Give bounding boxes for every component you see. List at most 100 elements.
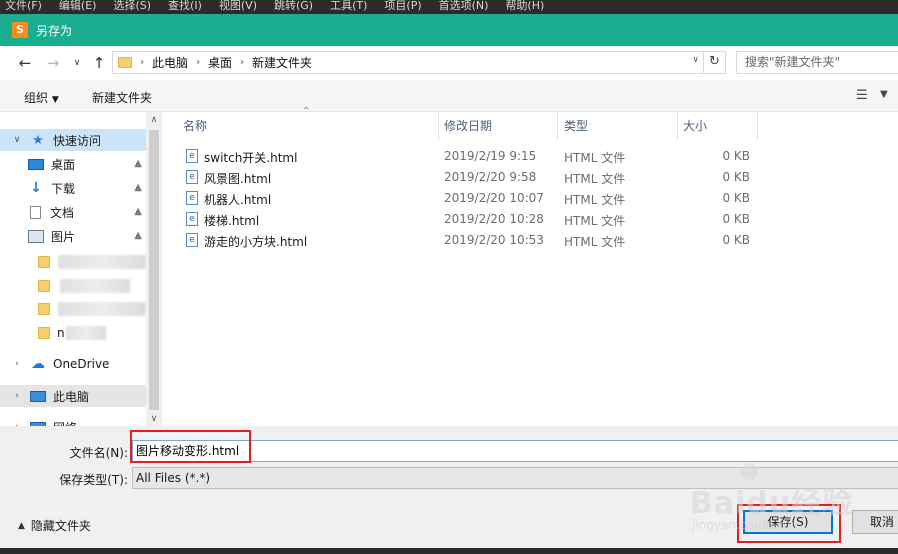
column-header-type[interactable]: 类型 [564,112,588,140]
cancel-button[interactable]: 取消 [852,510,898,534]
back-arrow-icon[interactable]: ← [16,54,34,72]
pin-icon: ▲ [134,158,142,169]
scroll-up-icon[interactable]: ∧ [146,115,162,125]
file-size: 0 KB [722,233,750,247]
file-size: 0 KB [722,149,750,163]
menu-goto[interactable]: 跳转(G) [269,0,313,11]
column-divider[interactable] [677,112,678,140]
filename-label: 文件名(N): [69,446,128,460]
address-dropdown-icon[interactable]: ∨ [692,55,699,65]
file-name: 风景图.html [204,172,272,186]
breadcrumb-desktop[interactable]: 桌面 [208,54,232,71]
column-divider[interactable] [438,112,439,140]
file-row[interactable]: e 楼梯.html 2019/2/20 10:28 HTML 文件 0 KB [162,209,898,230]
nav-scrollbar[interactable]: ∧ ∨ [146,112,162,426]
menu-tools[interactable]: 工具(T) [325,0,367,11]
address-bar[interactable]: › 此电脑 › 桌面 › 新建文件夹 ∨ ↻ [112,51,726,74]
menu-edit[interactable]: 编辑(E) [54,0,97,11]
breadcrumb-this-pc[interactable]: 此电脑 [152,54,188,71]
file-type: HTML 文件 [564,172,626,186]
organize-button[interactable]: 组织 ▼ [24,89,59,106]
nav-onedrive[interactable]: › ☁ OneDrive [0,353,146,375]
file-type: HTML 文件 [564,193,626,207]
pin-icon: ▲ [134,206,142,217]
file-row[interactable]: e 风景图.html 2019/2/20 9:58 HTML 文件 0 KB [162,167,898,188]
column-divider[interactable] [757,112,758,140]
taskbar-edge [0,548,898,554]
scrollbar-thumb[interactable] [149,130,159,410]
nav-label: 图片 [51,229,76,244]
collapsed-chevron-icon[interactable]: › [10,359,24,369]
expanded-chevron-icon[interactable]: ∨ [10,135,24,145]
recent-dropdown-icon[interactable]: ∨ [68,54,86,72]
file-date: 2019/2/20 10:07 [444,191,544,205]
desktop-icon [28,158,44,170]
nav-this-pc[interactable]: › 此电脑 [0,385,146,407]
column-divider[interactable] [557,112,558,140]
menu-select[interactable]: 选择(S) [108,0,151,11]
forward-arrow-icon[interactable]: → [44,54,62,72]
nav-desktop[interactable]: 桌面 ▲ [22,153,146,175]
nav-label: 桌面 [51,157,76,172]
view-options-icon[interactable]: ☰ [856,88,868,103]
nav-network[interactable]: › 网络 [0,416,146,426]
new-folder-button[interactable]: 新建文件夹 [92,89,152,106]
view-dropdown-icon[interactable]: ▼ [880,89,888,100]
nav-quick-access[interactable]: ∨ ★ 快速访问 [0,129,146,151]
nav-downloads[interactable]: ↓ 下载 ▲ [22,177,146,199]
nav-documents[interactable]: 文档 ▲ [22,201,146,223]
pin-icon: ▲ [134,182,142,193]
pin-icon: ▲ [134,230,142,241]
save-form: 文件名(N): 图片移动变形.html 保存类型(T): All Files (… [0,426,898,554]
html-file-icon: e [186,233,198,247]
filetype-select[interactable]: All Files (*.*) [132,467,898,489]
editor-menubar: 文件(F) 编辑(E) 选择(S) 查找(I) 视图(V) 跳转(G) 工具(T) 项目(P)… [0,0,898,14]
file-size: 0 KB [722,212,750,226]
html-file-icon: e [186,170,198,184]
chevron-right-icon: › [140,57,144,68]
cloud-icon: ☁ [31,355,45,372]
scroll-down-icon[interactable]: ∨ [146,414,162,424]
html-file-icon: e [186,191,198,205]
file-name: switch开关.html [204,151,298,165]
menu-view[interactable]: 视图(V) [214,0,257,11]
file-date: 2019/2/20 9:58 [444,170,537,184]
column-header-size[interactable]: 大小 [683,112,707,140]
chevron-right-icon: › [240,57,245,68]
menu-project[interactable]: 项目(P) [379,0,421,11]
file-row[interactable]: e switch开关.html 2019/2/19 9:15 HTML 文件 0… [162,146,898,167]
navigation-pane: ∨ ★ 快速访问 桌面 ▲ ↓ 下载 ▲ 文档 ▲ 图片 ▲ n › ☁ One… [0,112,162,426]
computer-icon [30,390,46,402]
pictures-icon [28,229,44,243]
star-icon: ★ [32,132,44,148]
file-list: ⌃ 名称 修改日期 类型 大小 e switch开关.html 2019/2/1… [162,106,898,426]
file-row[interactable]: e 机器人.html 2019/2/20 10:07 HTML 文件 0 KB [162,188,898,209]
search-input[interactable]: 搜索"新建文件夹" [736,51,898,74]
file-size: 0 KB [722,170,750,184]
column-header-date[interactable]: 修改日期 [444,112,492,140]
file-size: 0 KB [722,191,750,205]
file-row[interactable]: e 游走的小方块.html 2019/2/20 10:53 HTML 文件 0 … [162,230,898,251]
menu-find[interactable]: 查找(I) [163,0,202,11]
collapsed-chevron-icon[interactable]: › [10,391,24,401]
breadcrumb-new-folder[interactable]: 新建文件夹 [252,54,312,71]
file-date: 2019/2/20 10:28 [444,212,544,226]
hide-folders-toggle[interactable]: ▲ 隐藏文件夹 [18,517,91,534]
file-type: HTML 文件 [564,151,626,165]
menu-file[interactable]: 文件(F) [0,0,42,11]
document-icon [30,205,41,219]
menu-help[interactable]: 帮助(H) [500,0,544,11]
nav-label: n [57,326,65,340]
nav-label: 网络 [53,419,77,427]
folder-icon [38,327,50,339]
up-arrow-icon[interactable]: ↑ [90,54,108,72]
highlight-annotation [130,430,251,463]
column-header-name[interactable]: 名称 [183,112,207,140]
file-name: 游走的小方块.html [204,235,308,249]
nav-pictures[interactable]: 图片 ▲ [22,225,146,247]
menu-preferences[interactable]: 首选项(N) [434,0,489,11]
folder-icon [38,280,50,292]
folder-icon [38,303,50,315]
refresh-icon[interactable]: ↻ [703,51,725,74]
filetype-label: 保存类型(T): [59,473,128,487]
